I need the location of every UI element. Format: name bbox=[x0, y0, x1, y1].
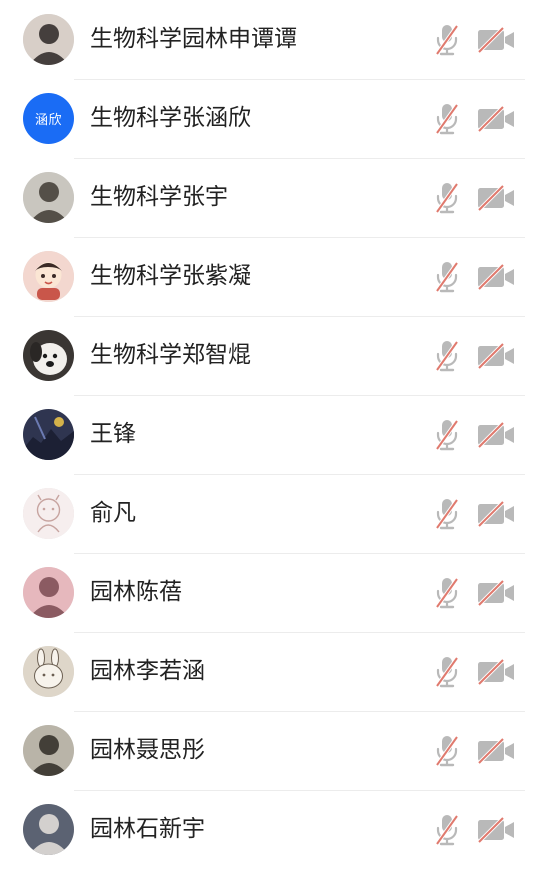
participant-name: 园林陈蓓 bbox=[90, 579, 182, 605]
participant-name: 王锋 bbox=[90, 421, 136, 447]
camera-off-icon[interactable] bbox=[476, 578, 516, 608]
camera-off-icon[interactable] bbox=[476, 104, 516, 134]
photo-avatar-icon bbox=[23, 725, 74, 776]
participant-name: 园林石新宇 bbox=[90, 816, 205, 842]
participant-row[interactable]: 俞凡 bbox=[0, 474, 549, 554]
mic-muted-icon[interactable] bbox=[432, 339, 462, 373]
participant-name: 生物科学园林申谭谭 bbox=[90, 26, 297, 52]
participant-name: 俞凡 bbox=[90, 500, 136, 526]
participant-name: 生物科学张紫凝 bbox=[90, 263, 251, 289]
participant-name: 生物科学张涵欣 bbox=[90, 105, 251, 131]
participant-row[interactable]: 园林聂思彤 bbox=[0, 711, 549, 791]
dog-avatar-icon bbox=[23, 330, 74, 381]
camera-off-icon[interactable] bbox=[476, 262, 516, 292]
avatar bbox=[23, 488, 74, 539]
cartoon-avatar-icon bbox=[23, 251, 74, 302]
night-scene-avatar-icon bbox=[23, 409, 74, 460]
mic-muted-icon[interactable] bbox=[432, 181, 462, 215]
camera-off-icon[interactable] bbox=[476, 341, 516, 371]
avatar bbox=[23, 330, 74, 381]
avatar bbox=[23, 804, 74, 855]
participant-name: 园林李若涵 bbox=[90, 658, 205, 684]
sketch-avatar-icon bbox=[23, 488, 74, 539]
mic-muted-icon[interactable] bbox=[432, 734, 462, 768]
participant-row[interactable]: 王锋 bbox=[0, 395, 549, 475]
photo-avatar-icon bbox=[23, 567, 74, 618]
mic-muted-icon[interactable] bbox=[432, 102, 462, 136]
mic-muted-icon[interactable] bbox=[432, 576, 462, 610]
avatar bbox=[23, 251, 74, 302]
mic-muted-icon[interactable] bbox=[432, 260, 462, 294]
participant-row[interactable]: 园林石新宇 bbox=[0, 790, 549, 869]
photo-avatar-icon bbox=[23, 14, 74, 65]
mic-muted-icon[interactable] bbox=[432, 418, 462, 452]
participant-row[interactable]: 生物科学张宇 bbox=[0, 158, 549, 238]
photo-avatar-icon bbox=[23, 804, 74, 855]
avatar: 涵欣 bbox=[23, 93, 74, 144]
avatar bbox=[23, 567, 74, 618]
avatar bbox=[23, 409, 74, 460]
participant-name: 生物科学郑智焜 bbox=[90, 342, 251, 368]
camera-off-icon[interactable] bbox=[476, 815, 516, 845]
participant-name: 园林聂思彤 bbox=[90, 737, 205, 763]
participant-row[interactable]: 园林陈蓓 bbox=[0, 553, 549, 633]
camera-off-icon[interactable] bbox=[476, 499, 516, 529]
participant-row[interactable]: 生物科学张紫凝 bbox=[0, 237, 549, 317]
camera-off-icon[interactable] bbox=[476, 25, 516, 55]
participant-name: 生物科学张宇 bbox=[90, 184, 228, 210]
avatar-initials: 涵欣 bbox=[34, 113, 62, 128]
avatar bbox=[23, 172, 74, 223]
avatar bbox=[23, 14, 74, 65]
camera-off-icon[interactable] bbox=[476, 657, 516, 687]
mic-muted-icon[interactable] bbox=[432, 23, 462, 57]
mic-muted-icon[interactable] bbox=[432, 813, 462, 847]
avatar bbox=[23, 646, 74, 697]
mic-muted-icon[interactable] bbox=[432, 497, 462, 531]
participant-row[interactable]: 园林李若涵 bbox=[0, 632, 549, 712]
participant-row[interactable]: 生物科学郑智焜 bbox=[0, 316, 549, 396]
photo-avatar-icon bbox=[23, 172, 74, 223]
participant-row[interactable]: 涵欣 生物科学张涵欣 bbox=[0, 79, 549, 159]
avatar bbox=[23, 725, 74, 776]
camera-off-icon[interactable] bbox=[476, 736, 516, 766]
camera-off-icon[interactable] bbox=[476, 420, 516, 450]
participant-list: 生物科学园林申谭谭 涵欣 生物科学张涵欣 生物科学张宇 生物科学张紫凝 生物科学… bbox=[0, 0, 549, 869]
participant-row[interactable]: 生物科学园林申谭谭 bbox=[0, 0, 549, 80]
camera-off-icon[interactable] bbox=[476, 183, 516, 213]
mic-muted-icon[interactable] bbox=[432, 655, 462, 689]
bunny-avatar-icon bbox=[23, 646, 74, 697]
